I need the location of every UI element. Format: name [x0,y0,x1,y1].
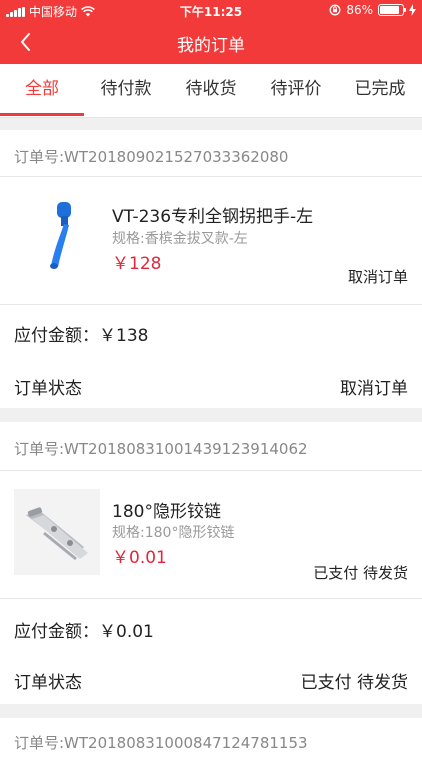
order-card[interactable]: 订单号:WT20180831001439123914062 180°隐形铰链 规… [0,422,422,704]
order-status-value[interactable]: 已支付 待发货 [301,668,408,693]
order-status-label: 订单状态 [14,673,82,693]
order-number: 订单号:WT20180831001439123914062 [14,440,308,458]
order-number: 订单号:WT201809021527033362080 [14,148,289,166]
navigation-bar: 我的订单 [0,20,422,64]
tab-all[interactable]: 全部 [0,64,84,118]
product-spec: 规格:香槟金拔叉款-左 [112,231,248,247]
battery-icon [378,4,406,16]
tab-pending-review[interactable]: 待评价 [254,64,338,118]
battery-percent: 86% [346,3,373,17]
orientation-lock-icon [329,4,341,16]
order-card[interactable]: 订单号:WT20180831000847124781153 [0,718,422,758]
product-spec: 规格:180°隐形铰链 [112,525,235,541]
product-name: VT-236专利全钢拐把手-左 [112,207,314,227]
active-tab-indicator [0,113,84,116]
tab-completed[interactable]: 已完成 [338,64,422,118]
product-name: 180°隐形铰链 [112,502,221,522]
divider [0,304,422,305]
item-status: 取消订单 [347,268,408,286]
order-card[interactable]: 订单号:WT201809021527033362080 VT-236专利全钢拐把… [0,130,422,408]
divider [0,598,422,599]
payable-amount: 应付金额：￥138 [14,326,149,346]
payable-amount: 应付金额：￥0.01 [14,622,154,642]
order-filter-tabs: 全部 待付款 待收货 待评价 已完成 [0,64,422,118]
door-handle-image [14,194,100,280]
product-price: ￥128 [112,254,162,274]
charging-icon [409,4,416,16]
item-status: 已支付 待发货 [313,564,408,582]
divider [0,470,422,471]
status-bar: 中国移动 下午11:25 86% [0,0,422,20]
status-right: 86% [329,3,416,17]
tab-pending-receipt[interactable]: 待收货 [168,64,254,118]
page-title: 我的订单 [177,36,245,56]
tab-pending-payment[interactable]: 待付款 [84,64,168,118]
order-status-label: 订单状态 [14,379,82,399]
product-price: ￥0.01 [112,548,167,568]
divider [0,176,422,177]
hinge-image [14,489,100,575]
product-thumbnail[interactable] [14,194,100,280]
product-thumbnail[interactable] [14,489,100,575]
order-status-value[interactable]: 取消订单 [340,374,408,399]
